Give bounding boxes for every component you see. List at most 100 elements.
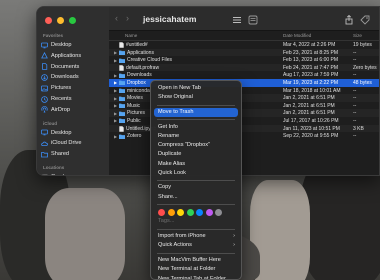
applications-icon <box>41 52 48 59</box>
file-name: Dropbox <box>127 79 146 86</box>
tag-color-dot[interactable] <box>177 208 184 216</box>
share-icon[interactable] <box>343 13 355 25</box>
disclosure-triangle-icon[interactable]: ▶ <box>114 118 117 123</box>
sidebar-item-applications[interactable]: Applications <box>41 51 105 61</box>
sidebar-item-desktop[interactable]: Desktop <box>41 40 105 50</box>
menu-item-quick-actions[interactable]: Quick Actions › <box>154 241 238 250</box>
disclosure-triangle-icon[interactable]: ▶ <box>114 134 117 139</box>
file-name-cell: ▶ Pictures <box>114 110 145 116</box>
disclosure-triangle-icon[interactable]: ▶ <box>114 58 117 63</box>
column-header-size[interactable]: Size <box>353 33 362 38</box>
back-button[interactable]: ‹ <box>115 14 118 23</box>
table-row[interactable]: ▶DownloadsAug 17, 2023 at 7:59 PM--Folde… <box>109 71 379 79</box>
menu-item-label: Get Info <box>158 123 178 130</box>
menu-item-move-to-trash[interactable]: Move to Trash <box>154 107 238 118</box>
forward-button[interactable]: › <box>126 14 129 23</box>
menu-item-show-original[interactable]: Show Original <box>154 93 238 102</box>
folder-icon <box>119 96 125 101</box>
file-date-modified: Jan 2, 2021 at 6:51 PM <box>283 110 335 117</box>
file-size: -- <box>353 57 357 64</box>
table-row[interactable]: ▶ Creative Cloud Files Feb 13, 2023 at 6:0… <box>109 56 379 64</box>
sidebar-item-icloud-drive[interactable]: iCloud Drive <box>41 138 105 148</box>
file-size: -- <box>353 49 357 56</box>
menu-item-make-alias[interactable]: Make Alias <box>154 160 238 169</box>
sidebar-item-airdrop[interactable]: AirDrop <box>41 105 105 115</box>
file-name: default.profraw <box>126 64 160 71</box>
file-date-modified: Mar 19, 2023 at 2:22 PM <box>283 79 339 86</box>
file-size: -- <box>353 72 357 79</box>
sidebar-item-oracle[interactable]: Oracle <box>41 172 105 175</box>
menu-item-copy[interactable]: Copy <box>154 183 238 192</box>
file-date-modified: Jan 11, 2023 at 10:51 PM <box>283 125 340 132</box>
disclosure-triangle-icon[interactable]: ▶ <box>114 50 117 55</box>
menu-item-quick-look[interactable]: Quick Look <box>154 169 238 178</box>
column-header-name[interactable]: Name <box>125 33 137 38</box>
sidebar-item-documents[interactable]: Documents <box>41 62 105 72</box>
file-date-modified: Feb 23, 2021 at 8:25 PM <box>283 49 339 56</box>
file-icon <box>119 125 124 132</box>
disclosure-triangle-icon[interactable]: ▶ <box>114 103 117 108</box>
menu-item-get-info[interactable]: Get Info <box>154 123 238 132</box>
network-icon <box>41 174 48 175</box>
disclosure-triangle-icon[interactable]: ▶ <box>114 96 117 101</box>
disclosure-triangle-icon[interactable]: ▶ <box>114 88 117 93</box>
sidebar-item-pictures[interactable]: Pictures <box>41 83 105 93</box>
table-row[interactable]: #untitled# Mar 4, 2022 at 2:26 PM 19 bytes… <box>109 41 379 49</box>
group-by-icon[interactable] <box>247 13 259 25</box>
sidebar-item-label: Desktop <box>51 129 72 136</box>
cloud-icon <box>41 140 48 147</box>
window-title: jessicahatem <box>143 14 197 24</box>
file-date-modified: Jan 2, 2021 at 6:51 PM <box>283 95 335 102</box>
menu-item-duplicate[interactable]: Duplicate <box>154 150 238 159</box>
menu-item-tags[interactable]: Tags... <box>154 217 238 226</box>
clock-icon <box>41 95 48 103</box>
sidebar-item-shared[interactable]: Shared <box>41 149 105 159</box>
tag-color-dot[interactable] <box>196 208 203 216</box>
file-size: -- <box>353 95 357 102</box>
file-name-cell: ▶ Applications <box>114 50 154 56</box>
menu-item-label: Show Original <box>158 94 193 101</box>
folder-icon <box>119 103 125 109</box>
table-row[interactable]: default.profraw Feb 24, 2021 at 7:47 PM Ze… <box>109 63 379 72</box>
folder-icon <box>119 118 125 124</box>
sidebar-item-recents[interactable]: Recents <box>41 94 105 104</box>
file-name-cell: ▶ miniconda <box>114 88 150 94</box>
disclosure-triangle-icon[interactable]: ▶ <box>114 80 117 85</box>
zoom-button[interactable] <box>69 17 76 24</box>
folder-icon <box>119 88 125 94</box>
tag-icon[interactable] <box>359 13 371 25</box>
tag-color-dot[interactable] <box>158 208 165 216</box>
tag-color-dot[interactable] <box>167 208 175 216</box>
sidebar-section-title: Locations <box>43 165 65 170</box>
menu-item-new-terminal-at-folder[interactable]: New Terminal at Folder <box>154 265 238 274</box>
minimize-button[interactable] <box>57 17 64 24</box>
disclosure-triangle-icon[interactable]: ▶ <box>114 73 117 78</box>
tag-color-dot[interactable] <box>186 208 194 216</box>
document-icon <box>41 63 48 70</box>
file-size: 48 bytes <box>353 79 372 86</box>
sidebar-item-downloads[interactable]: Downloads <box>41 72 105 82</box>
file-name: Music <box>127 102 141 109</box>
disclosure-triangle-icon[interactable]: ▶ <box>114 111 117 116</box>
menu-item-rename[interactable]: Rename <box>154 132 238 141</box>
sidebar-section-title: Favorites <box>43 33 64 38</box>
menu-separator <box>157 119 235 121</box>
menu-item-new-macvim-buffer-here[interactable]: New MacVim Buffer Here <box>154 256 238 265</box>
menu-item-import-from-iphone[interactable]: Import from iPhone › <box>154 232 238 241</box>
menu-item-new-terminal-tab-at-folder[interactable]: New Terminal Tab at Folder <box>154 275 238 279</box>
column-header-date-modified[interactable]: Date Modified <box>283 33 311 38</box>
menu-item-compress-dropbox[interactable]: Compress “Dropbox” <box>154 141 238 150</box>
menu-item-label: Duplicate <box>158 151 182 158</box>
close-button[interactable] <box>45 17 52 24</box>
sidebar-item-desktop[interactable]: Desktop <box>41 128 105 138</box>
table-row[interactable]: ▶ApplicationsFeb 23, 2021 at 8:25 PM--Fo… <box>109 48 379 57</box>
file-name: Creative Cloud Files <box>127 57 173 64</box>
menu-item-label: Import from iPhone <box>158 233 206 240</box>
file-size: 19 bytes <box>353 42 372 48</box>
tag-color-dot[interactable] <box>205 208 213 216</box>
tag-color-dot[interactable] <box>215 208 222 216</box>
sidebar-item-label: Pictures <box>51 85 72 92</box>
view-list-icon[interactable] <box>231 13 243 25</box>
menu-item-open-in-new-tab[interactable]: Open in New Tab <box>154 84 238 93</box>
menu-item-share[interactable]: Share... <box>154 193 238 202</box>
